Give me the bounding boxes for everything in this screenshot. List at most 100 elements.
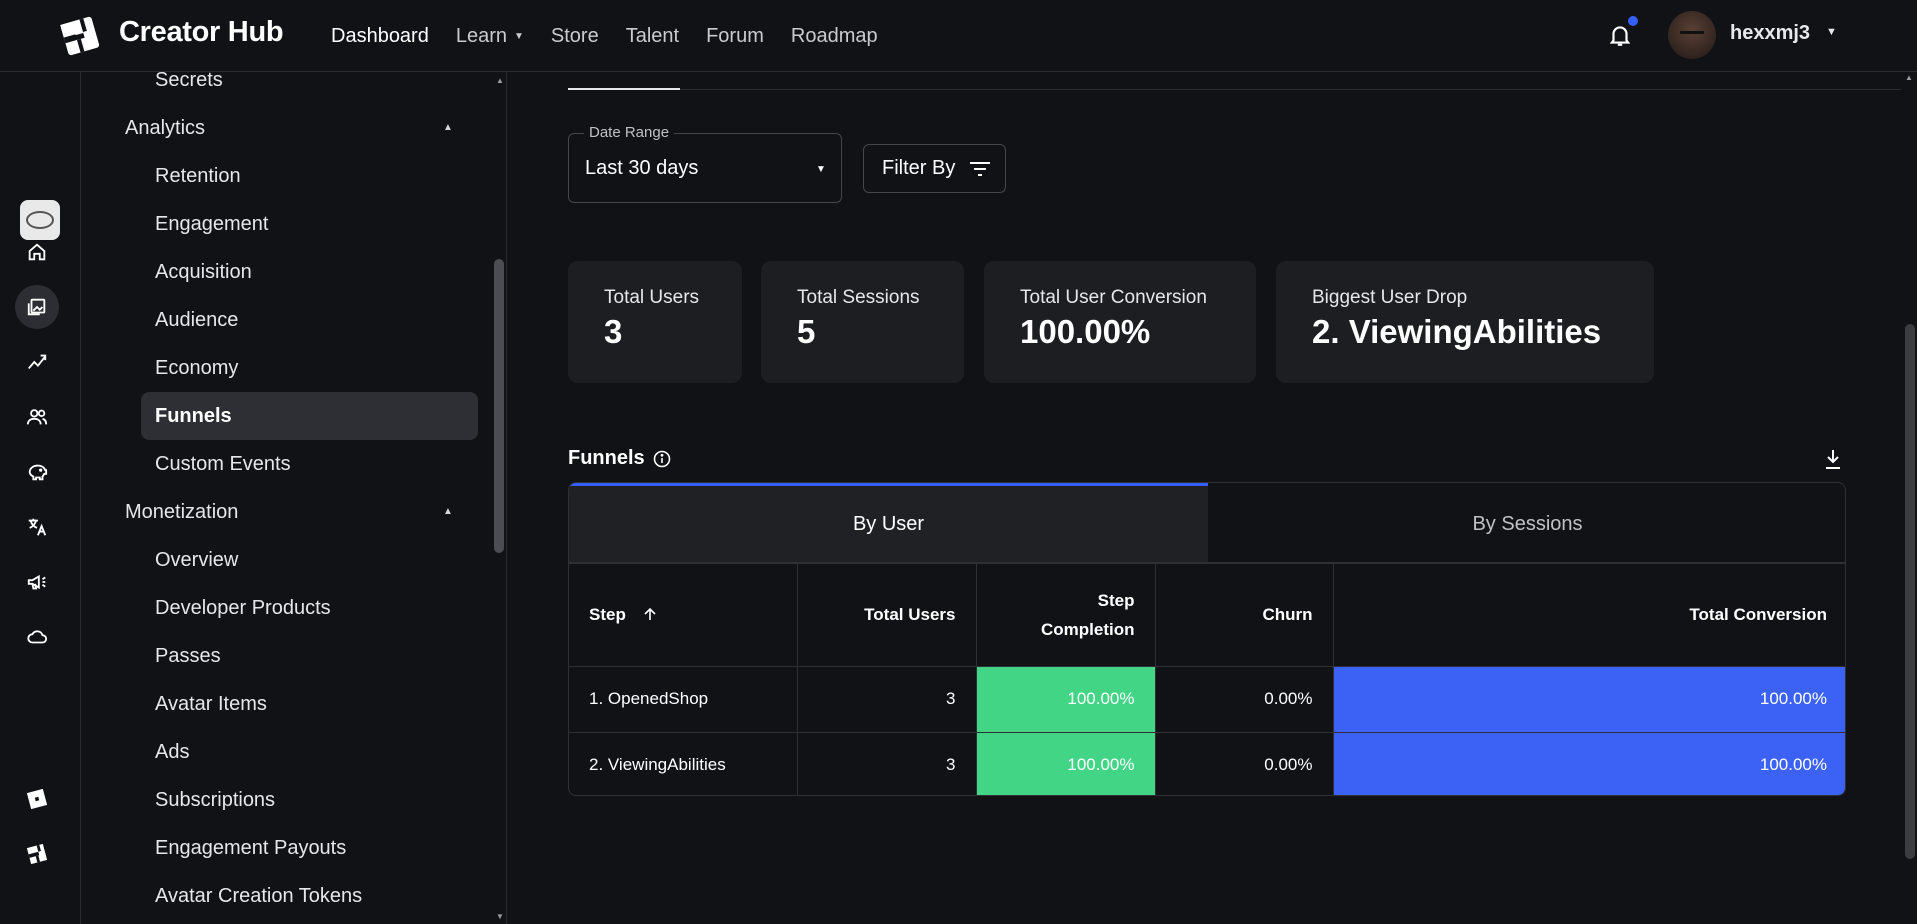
main-content: Date Range Last 30 days ▼ Filter By Tota…	[508, 72, 1905, 924]
chevron-down-icon: ▼	[514, 30, 524, 42]
kpi-total-users: Total Users 3	[568, 261, 742, 383]
menu-item-custom-events[interactable]: Custom Events	[155, 453, 291, 476]
brand-title[interactable]: Creator Hub	[119, 16, 284, 49]
creator-hub-logo-icon[interactable]	[15, 832, 59, 876]
nav-learn[interactable]: Learn ▼	[456, 25, 524, 48]
piggy-bank-icon[interactable]	[15, 450, 59, 494]
menu-item-acquisition[interactable]: Acquisition	[155, 261, 252, 284]
funnel-table: Step Total Users Step Completion Churn T…	[569, 564, 1845, 795]
table-row: 2. ViewingAbilities 3 100.00% 0.00% 100.…	[569, 732, 1845, 795]
cell-total-conversion: 100.00%	[1333, 732, 1845, 795]
menu-item-overview[interactable]: Overview	[155, 549, 238, 572]
top-navigation-bar: Creator Hub Dashboard Learn ▼ Store Talen…	[0, 0, 1917, 72]
main-nav: Dashboard Learn ▼ Store Talent Forum Road…	[331, 0, 878, 72]
analytics-icon[interactable]	[15, 340, 59, 384]
tab-by-user[interactable]: By User	[569, 483, 1208, 562]
funnel-table-card: By User By Sessions Step Total Users Ste…	[568, 482, 1846, 796]
menu-item-engagement[interactable]: Engagement	[155, 213, 268, 236]
notification-badge	[1628, 16, 1638, 26]
scroll-up-arrow[interactable]: ▲	[1905, 73, 1913, 82]
nav-dashboard[interactable]: Dashboard	[331, 25, 429, 48]
nav-talent[interactable]: Talent	[626, 25, 679, 48]
kpi-total-user-conversion: Total User Conversion 100.00%	[984, 261, 1256, 383]
menu-item-subscriptions[interactable]: Subscriptions	[155, 789, 275, 812]
nav-forum[interactable]: Forum	[706, 25, 764, 48]
column-header-label: Step	[1097, 590, 1135, 610]
translate-icon[interactable]	[15, 505, 59, 549]
menu-section-analytics[interactable]: Analytics	[125, 117, 205, 140]
menu-item-secrets[interactable]: Secrets	[155, 72, 223, 92]
nav-store[interactable]: Store	[551, 25, 599, 48]
menu-item-retention[interactable]: Retention	[155, 165, 241, 188]
column-header-total-users[interactable]: Total Users	[797, 564, 977, 667]
cell-total-users: 3	[797, 666, 977, 733]
chevron-down-icon[interactable]: ▼	[1826, 26, 1837, 38]
cell-churn: 0.00%	[1155, 666, 1334, 733]
side-menu-scrollbar[interactable]	[494, 259, 504, 553]
menu-item-funnels[interactable]: Funnels	[155, 405, 232, 428]
column-header-total-conversion[interactable]: Total Conversion	[1333, 564, 1845, 667]
side-menu: Secrets Analytics ▲ Retention Engagement…	[82, 72, 507, 924]
cell-step-completion: 100.00%	[976, 666, 1156, 733]
tab-by-sessions[interactable]: By Sessions	[1208, 483, 1845, 562]
menu-item-audience[interactable]: Audience	[155, 309, 238, 332]
nav-learn-label: Learn	[455, 24, 507, 47]
kpi-biggest-user-drop: Biggest User Drop 2. ViewingAbilities	[1276, 261, 1654, 383]
chevron-up-icon[interactable]: ▲	[443, 506, 453, 517]
scroll-down-arrow[interactable]: ▼	[496, 912, 504, 921]
table-header-row: Step Total Users Step Completion Churn T…	[569, 564, 1845, 667]
scroll-up-arrow[interactable]: ▲	[496, 76, 504, 85]
icon-rail	[0, 72, 81, 924]
menu-section-monetization[interactable]: Monetization	[125, 501, 238, 524]
date-range-value[interactable]: Last 30 days	[585, 157, 698, 180]
cell-step: 2. ViewingAbilities	[569, 732, 798, 795]
menu-item-engagement-payouts[interactable]: Engagement Payouts	[155, 837, 346, 860]
menu-item-avatar-items[interactable]: Avatar Items	[155, 693, 267, 716]
sort-arrow-up-icon[interactable]	[643, 607, 657, 621]
cell-step: 1. OpenedShop	[569, 666, 798, 733]
roblox-logo-icon[interactable]	[15, 777, 59, 821]
kpi-value: 3	[604, 313, 623, 350]
menu-item-economy[interactable]: Economy	[155, 357, 238, 380]
images-icon[interactable]	[15, 285, 59, 329]
avatar[interactable]	[1668, 11, 1716, 59]
info-icon[interactable]	[653, 450, 671, 468]
funnel-tabs: By User By Sessions	[569, 483, 1845, 562]
username[interactable]: hexxmj3	[1730, 22, 1810, 45]
column-header-churn[interactable]: Churn	[1155, 564, 1334, 667]
column-header-label: Step	[589, 605, 626, 625]
kpi-total-sessions: Total Sessions 5	[761, 261, 964, 383]
kpi-label: Total User Conversion	[1020, 287, 1207, 308]
chevron-down-icon[interactable]: ▼	[816, 164, 826, 175]
date-range-label: Date Range	[584, 124, 675, 141]
nav-roadmap[interactable]: Roadmap	[791, 25, 878, 48]
column-header-step[interactable]: Step	[569, 564, 798, 667]
cell-total-users: 3	[797, 732, 977, 795]
cell-step-completion: 100.00%	[976, 732, 1156, 795]
people-icon[interactable]	[15, 395, 59, 439]
cell-churn: 0.00%	[1155, 732, 1334, 795]
funnels-heading: Funnels	[568, 447, 671, 470]
menu-item-passes[interactable]: Passes	[155, 645, 221, 668]
kpi-label: Total Users	[604, 287, 700, 308]
creator-hub-logo-icon[interactable]	[58, 14, 102, 58]
filter-by-button[interactable]: Filter By	[863, 144, 1006, 193]
page-scrollbar-thumb[interactable]	[1905, 324, 1915, 859]
menu-item-avatar-creation-tokens[interactable]: Avatar Creation Tokens	[155, 885, 362, 908]
cloud-icon[interactable]	[15, 615, 59, 659]
filter-icon	[970, 161, 991, 176]
menu-item-ads[interactable]: Ads	[155, 741, 189, 764]
chevron-up-icon[interactable]: ▲	[443, 122, 453, 133]
kpi-value: 2. ViewingAbilities	[1312, 313, 1602, 350]
column-header-label: Completion	[1041, 619, 1135, 639]
table-row: 1. OpenedShop 3 100.00% 0.00% 100.00%	[569, 666, 1845, 733]
megaphone-icon[interactable]	[15, 560, 59, 604]
bell-icon[interactable]	[1607, 22, 1633, 48]
funnels-title: Funnels	[568, 447, 645, 469]
cell-total-conversion: 100.00%	[1333, 666, 1845, 733]
column-header-step-completion[interactable]: Step Completion	[976, 564, 1156, 667]
download-icon[interactable]	[1823, 448, 1843, 470]
menu-item-developer-products[interactable]: Developer Products	[155, 597, 331, 620]
home-icon[interactable]	[15, 230, 59, 274]
kpi-label: Biggest User Drop	[1312, 287, 1468, 308]
